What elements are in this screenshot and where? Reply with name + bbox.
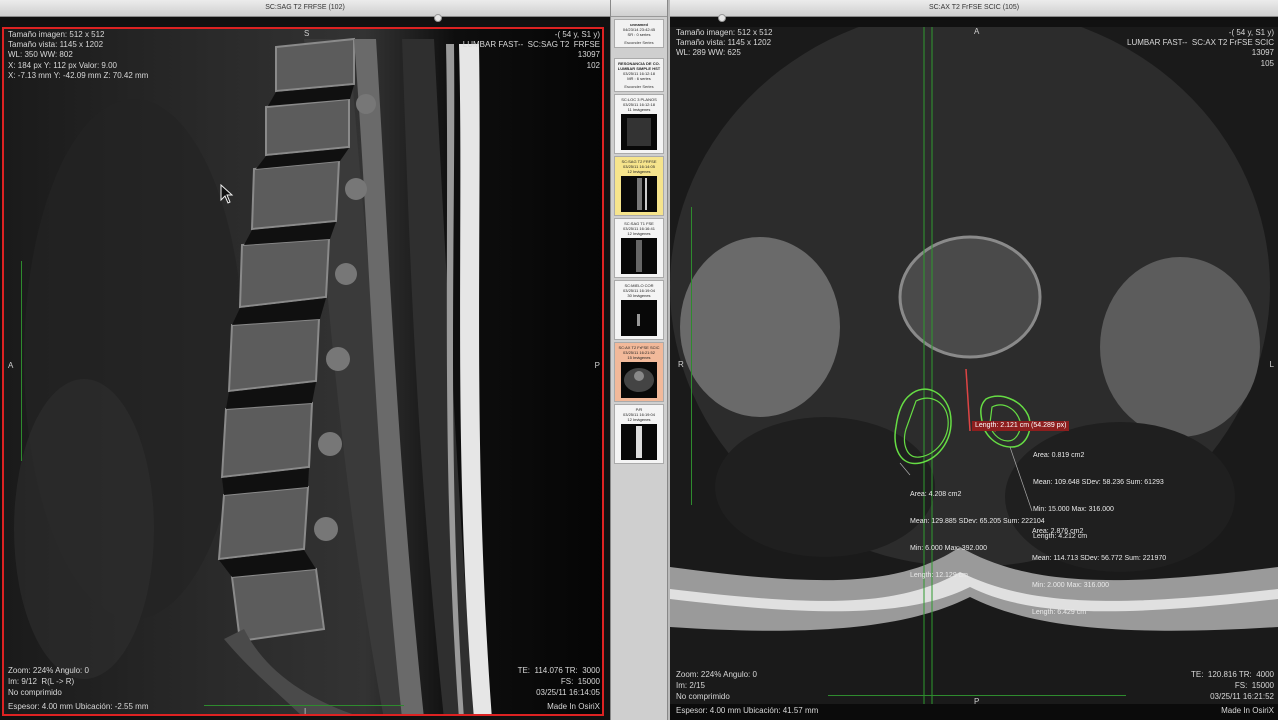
sagittal-mri-image — [4, 29, 602, 714]
orientation-marker-left: R — [678, 360, 684, 369]
horizontal-scale-ruler — [828, 695, 1126, 696]
axial-viewer[interactable]: SC:AX T2 FrFSE SCIC (105) Tamaño imagen:… — [670, 0, 1278, 720]
roi-stats-label[interactable]: Area: 2.876 cm2 Mean: 114.713 SDev: 56.7… — [1032, 509, 1166, 635]
roi-stat-line: Mean: 109.648 SDev: 58.236 Sum: 61293 — [1033, 479, 1164, 486]
roi-stat-line: Area: 4.208 cm2 — [910, 491, 962, 498]
axial-overlay-line: Tamaño vista: 1145 x 1202 — [676, 38, 772, 47]
roi-stat-line: Area: 2.876 cm2 — [1032, 528, 1084, 535]
axial-overlay-line: WL: 289 WW: 625 — [676, 48, 741, 57]
sagittal-overlay-line: 13097 — [577, 50, 600, 59]
orientation-marker-right: L — [1269, 360, 1274, 369]
orientation-marker-bottom: I — [304, 707, 307, 716]
roi-stat-line: Min: 2.000 Max: 316.000 — [1032, 582, 1110, 589]
vertical-scale-ruler — [21, 261, 22, 461]
study-item[interactable]: unnamed 04/23/14 23:42:45 SR : 0 series … — [614, 19, 664, 48]
sagittal-overlay-line: Tamaño imagen: 512 x 512 — [8, 30, 105, 39]
series-thumbnail[interactable]: SC:MIELO COR 03/25/11 16:19:04 30 Imágen… — [614, 280, 664, 340]
axial-overlay-line: Made In OsiriX — [1221, 706, 1274, 715]
axial-overlay-line: 13097 — [1251, 48, 1274, 57]
series-thumbnail[interactable]: SC:SAG T1 FSE 03/25/11 16:16:41 12 Imáge… — [614, 218, 664, 278]
series-thumbnail[interactable]: P/R 03/25/11 16:19:04 12 Imágenes — [614, 404, 664, 464]
roi-stat-line: Length: 6.429 cm — [1032, 609, 1087, 616]
study-count: SR : 0 series — [627, 32, 651, 37]
series-count: 30 Imágenes — [627, 293, 651, 298]
axial-overlay-line: LUMBAR FAST-- SC:AX T2 FrFSE SCIC — [1127, 38, 1274, 47]
axial-overlay-line: 03/25/11 16:21:52 — [1210, 692, 1274, 701]
roi-stat-line: Min: 6.000 Max: 392.000 — [910, 545, 988, 552]
window-control-icon[interactable] — [434, 14, 442, 22]
axial-overlay-line: No comprimido — [676, 692, 730, 701]
series-preview-image — [621, 300, 657, 336]
sagittal-overlay-line: Im: 9/12 R(L -> R) — [8, 677, 75, 686]
roi-stats-label[interactable]: Area: 4.208 cm2 Mean: 129.885 SDev: 65.2… — [910, 472, 1045, 598]
study-count: MR : 6 series — [627, 76, 651, 81]
series-preview-image — [621, 362, 657, 398]
orientation-marker-bottom: P — [974, 697, 980, 704]
sagittal-overlay-line: 03/25/11 16:14:05 — [536, 688, 600, 697]
series-thumbnail-active[interactable]: SC:AX T2 FrFSE SCIC 03/25/11 16:21:52 15… — [614, 342, 664, 402]
horizontal-scale-ruler — [204, 705, 404, 706]
hide-series-button[interactable]: Esconder Series — [616, 40, 662, 45]
orientation-marker-right: P — [594, 361, 600, 370]
sagittal-overlay-line: FS: 15000 — [560, 677, 600, 686]
orientation-marker-top: S — [304, 29, 310, 38]
series-preview-image — [621, 114, 657, 150]
roi-stat-line: Area: 0.819 cm2 — [1033, 452, 1085, 459]
sagittal-overlay-line: TE: 114.076 TR: 3000 — [517, 666, 600, 675]
vertical-scale-ruler — [691, 207, 692, 505]
sagittal-viewer[interactable]: SC:SAG T2 FRFSE (102) Tamaño imagen: 512… — [0, 0, 610, 720]
roi-stat-line: Mean: 129.885 SDev: 65.205 Sum: 222104 — [910, 518, 1045, 525]
sagittal-overlay-line: Espesor: 4.00 mm Ubicación: -2.55 mm — [8, 702, 149, 711]
length-measurement-label[interactable]: Length: 2.121 cm (54.289 px) — [972, 421, 1070, 431]
sagittal-image-canvas[interactable]: Tamaño imagen: 512 x 512 Tamaño vista: 1… — [2, 27, 604, 716]
hide-series-button[interactable]: Esconder Series — [616, 84, 662, 89]
sagittal-overlay-line: 102 — [586, 61, 600, 70]
series-thumbnail-selected[interactable]: SC:SAG T2 FRFSE 03/25/11 16:14:05 12 Imá… — [614, 156, 664, 216]
study-item[interactable]: RESONANCIA DE CO. LUMBAR SIMPLE HST 03/2… — [614, 58, 664, 92]
series-count: 12 Imágenes — [627, 417, 651, 422]
axial-overlay-line: Espesor: 4.00 mm Ubicación: 41.57 mm — [676, 706, 819, 715]
series-panel-header — [611, 0, 667, 17]
series-browser-panel[interactable]: unnamed 04/23/14 23:42:45 SR : 0 series … — [610, 0, 668, 720]
axial-mri-image — [670, 27, 1278, 704]
series-preview-image — [621, 424, 657, 460]
axial-viewer-titlebar[interactable]: SC:AX T2 FrFSE SCIC (105) — [670, 0, 1278, 22]
orientation-marker-top: A — [974, 27, 980, 36]
series-count: 11 Imágenes — [627, 107, 651, 112]
sagittal-overlay-line: -( 54 y, S1 y) — [554, 30, 600, 39]
series-count: 12 Imágenes — [627, 231, 651, 236]
sagittal-overlay-line: Zoom: 224% Angulo: 0 — [8, 666, 89, 675]
sagittal-overlay-line: Tamaño vista: 1145 x 1202 — [8, 40, 104, 49]
roi-stat-line: Length: 12.129 cm — [910, 572, 968, 579]
series-thumbnail[interactable]: SC:LOC 3 PLANOS 03/25/11 16:12:18 11 Imá… — [614, 94, 664, 154]
axial-footer-strip: Espesor: 4.00 mm Ubicación: 41.57 mm Mad… — [670, 704, 1278, 720]
axial-overlay-line: Tamaño imagen: 512 x 512 — [676, 28, 773, 37]
sagittal-overlay-line: X: 184 px Y: 112 px Valor: 9.00 — [8, 61, 117, 70]
orientation-marker-left: A — [8, 361, 14, 370]
study-name: RESONANCIA DE CO. LUMBAR SIMPLE HST — [617, 61, 661, 71]
axial-overlay-line: TE: 120.816 TR: 4000 — [1190, 670, 1274, 679]
axial-image-canvas[interactable]: Tamaño imagen: 512 x 512 Tamaño vista: 1… — [670, 27, 1278, 704]
series-preview-image — [621, 238, 657, 274]
axial-overlay-line: FS: 15000 — [1234, 681, 1274, 690]
axial-overlay-line: 105 — [1260, 59, 1274, 68]
sagittal-overlay-line: X: -7.13 mm Y: -42.09 mm Z: 70.42 mm — [8, 71, 149, 80]
sagittal-overlay-line: LUMBAR FAST-- SC:SAG T2 FRFSE — [462, 40, 600, 49]
sagittal-viewer-titlebar[interactable]: SC:SAG T2 FRFSE (102) — [0, 0, 610, 22]
axial-overlay-line: Zoom: 224% Angulo: 0 — [676, 670, 757, 679]
mouse-pointer-icon — [220, 184, 234, 204]
axial-overlay-line: Im: 2/15 — [676, 681, 705, 690]
axial-overlay-line: -( 54 y, S1 y) — [1228, 28, 1274, 37]
roi-stat-line: Mean: 114.713 SDev: 56.772 Sum: 221970 — [1032, 555, 1167, 562]
series-preview-image — [621, 176, 657, 212]
sagittal-overlay-line: Made In OsiriX — [547, 702, 600, 711]
sagittal-overlay-line: WL: 350 WW: 802 — [8, 50, 73, 59]
series-count: 12 Imágenes — [627, 169, 651, 174]
sagittal-viewer-title: SC:SAG T2 FRFSE (102) — [265, 4, 345, 11]
series-count: 15 Imágenes — [627, 355, 651, 360]
axial-viewer-title: SC:AX T2 FrFSE SCIC (105) — [928, 4, 1020, 11]
sagittal-overlay-line: No comprimido — [8, 688, 62, 697]
window-control-icon[interactable] — [718, 14, 726, 22]
